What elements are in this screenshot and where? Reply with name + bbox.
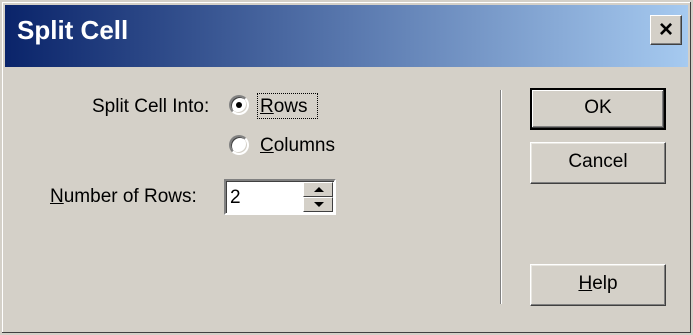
columns-label-rest: olumns	[273, 135, 335, 156]
number-label-rest: umber of Rows:	[63, 186, 197, 207]
cancel-button[interactable]: Cancel	[530, 142, 666, 184]
help-button[interactable]: Help	[530, 264, 666, 306]
arrow-down-icon	[314, 202, 324, 207]
spinner-up-button[interactable]	[303, 182, 333, 197]
rows-mnemonic: R	[260, 96, 274, 117]
number-of-rows-label: Number of Rows:	[50, 186, 197, 208]
help-label-rest: elp	[592, 273, 618, 294]
close-icon: ×	[658, 16, 673, 43]
title-bar[interactable]: Split Cell ×	[5, 5, 688, 67]
columns-radio[interactable]	[229, 135, 249, 155]
rows-radio[interactable]	[229, 95, 249, 115]
help-mnemonic: H	[578, 273, 593, 294]
dialog-title: Split Cell	[17, 15, 129, 45]
arrow-up-icon	[314, 187, 324, 192]
close-button[interactable]: ×	[650, 15, 682, 45]
rows-label-rest: ows	[273, 96, 308, 117]
number-mnemonic: N	[50, 186, 64, 207]
spinner-down-button[interactable]	[303, 197, 333, 212]
ok-button[interactable]: OK	[530, 88, 666, 130]
vertical-divider	[500, 90, 502, 304]
split-cell-into-label: Split Cell Into:	[92, 96, 210, 117]
number-of-rows-spinner[interactable]: 2	[224, 179, 336, 215]
rows-option-label[interactable]: Rows	[260, 96, 308, 118]
columns-mnemonic: C	[260, 135, 274, 156]
columns-option-label[interactable]: Columns	[260, 135, 335, 157]
split-cell-dialog: Split Cell × Split Cell Into: Rows Colum…	[0, 0, 693, 335]
number-of-rows-input[interactable]: 2	[230, 187, 241, 209]
radio-selected-dot	[236, 102, 242, 108]
spinner-buttons	[303, 182, 333, 212]
